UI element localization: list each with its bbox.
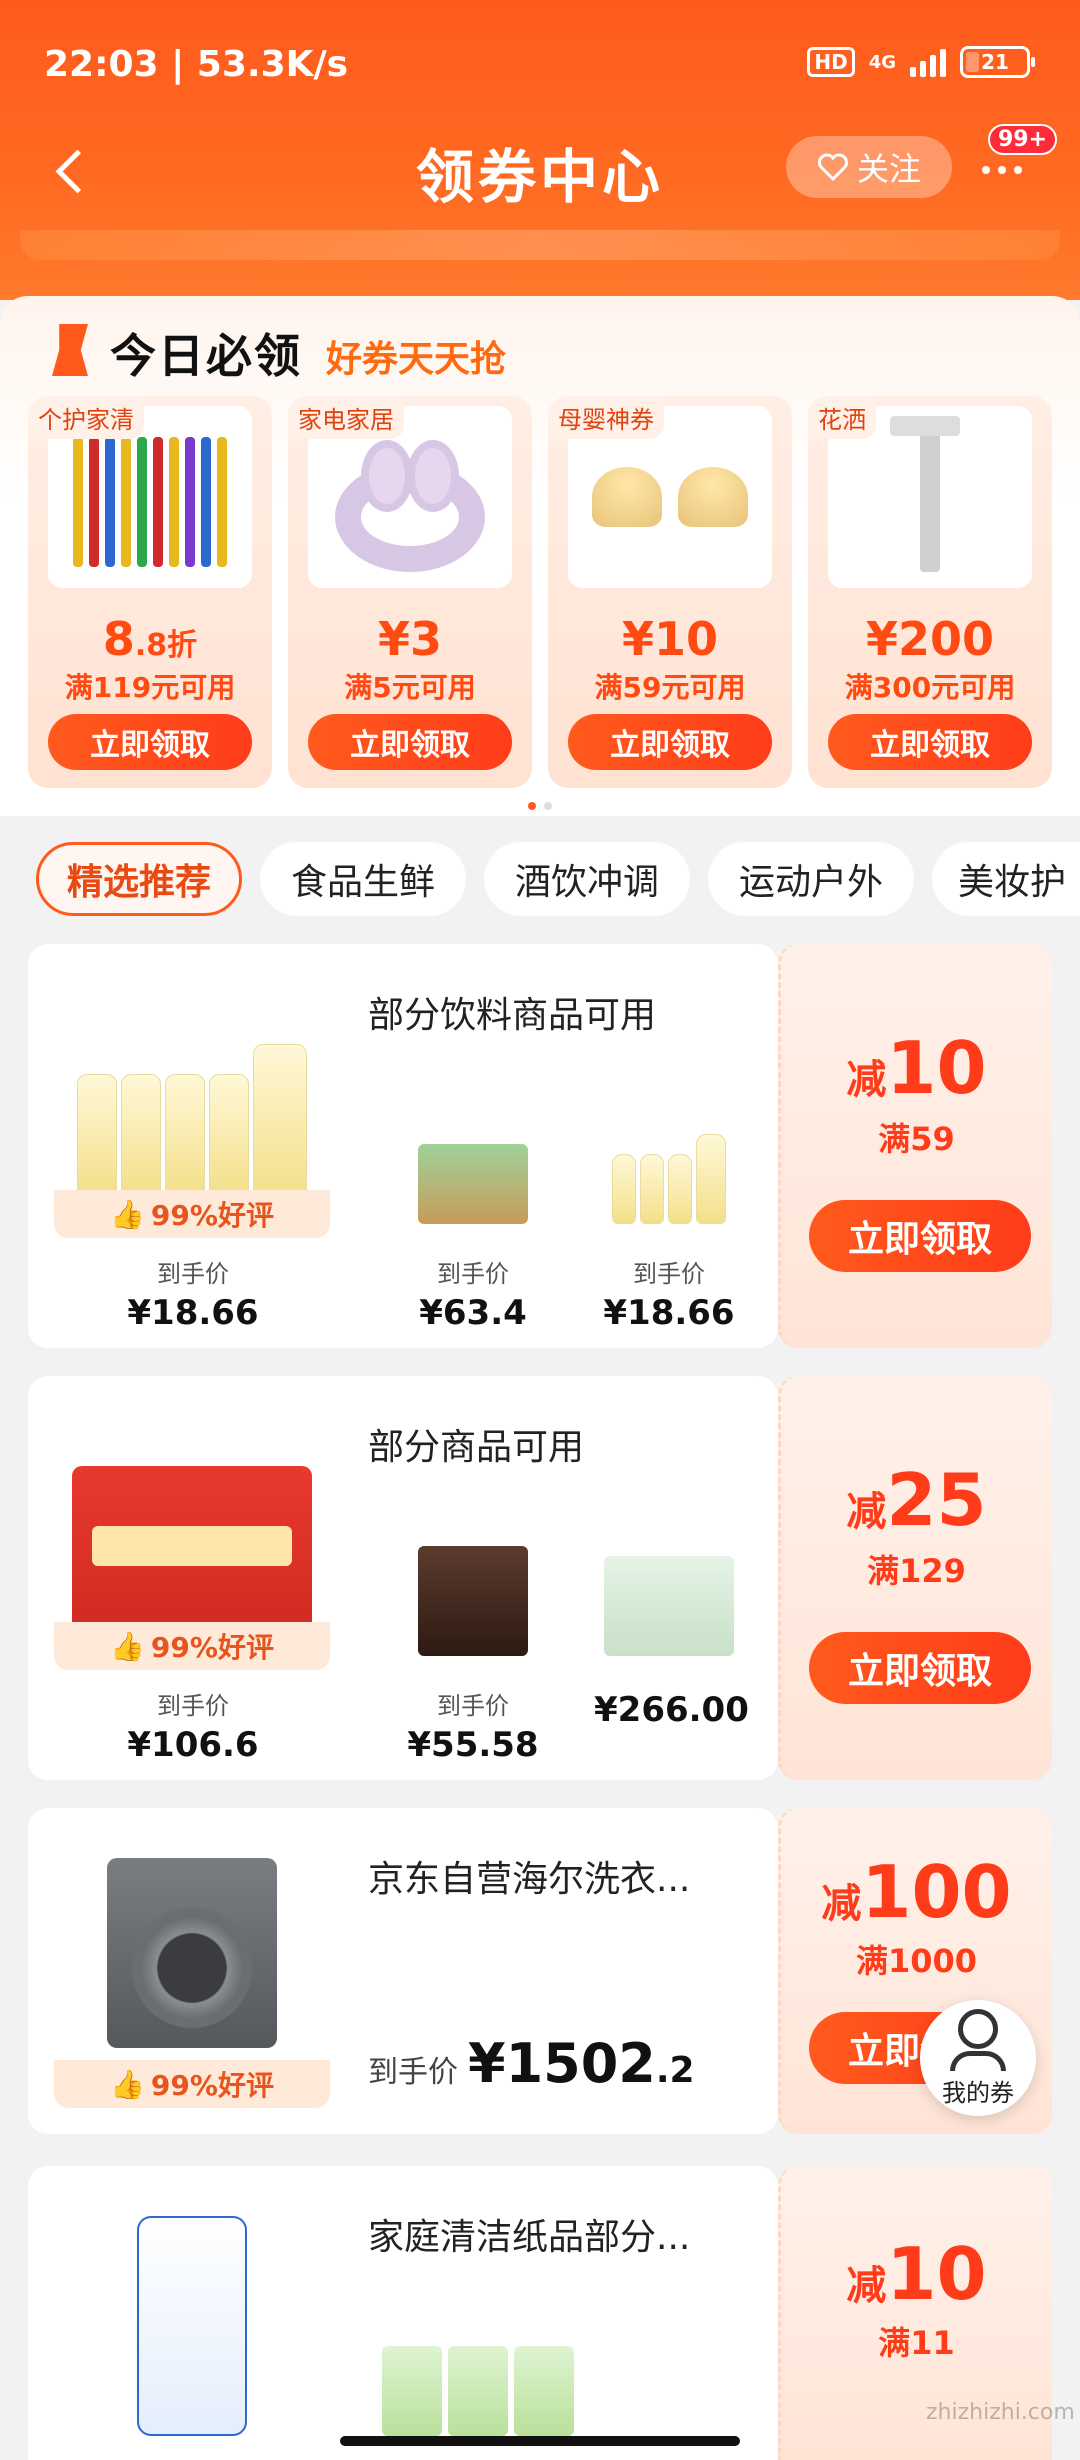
signal-icon [910,47,946,77]
tissue-pack-image [368,2316,588,2436]
price-block: 到手价 ¥106.6 [127,1692,259,1765]
today-tile[interactable]: 家电家居 ¥3 满5元可用 立即领取 [288,396,532,788]
header-decoration [20,230,1060,260]
network-type: 4G [868,51,896,73]
follow-label: 关注 [856,150,921,188]
category-tabs: 精选推荐 食品生鲜 酒饮冲调 运动户外 美妆护 [0,836,1080,926]
message-badge: 99+ [988,124,1058,155]
price-block: 到手价 ¥1502.2 [368,2032,695,2095]
milk-box-image [54,1456,330,1646]
rating-badge: 👍 99%好评 [54,1622,330,1670]
tab-drinks[interactable]: 酒饮冲调 [484,842,690,916]
claim-button[interactable]: 立即领取 [308,714,512,770]
claim-button[interactable]: 立即领取 [48,714,252,770]
chocolate-milk-image [398,1536,548,1656]
rating-badge: 👍 99%好评 [54,1190,330,1238]
coupon-row: 家庭清洁纸品部分... 减10 满11 [28,2166,1052,2460]
tile-amount: 8.8折 [102,612,198,666]
hd-icon: HD [807,47,855,77]
claim-button[interactable]: 立即领取 [568,714,772,770]
today-tile[interactable]: 母婴神券 ¥10 满59元可用 立即领取 [548,396,792,788]
claim-button[interactable]: 立即领取 [828,714,1032,770]
coupon-value: 减25 满129 立即领取 [778,1376,1052,1780]
coupon-title: 京东自营海尔洗衣... [368,1859,691,1900]
tile-tag: 个护家清 [28,396,144,439]
today-tile[interactable]: 花洒 ¥200 满300元可用 立即领取 [808,396,1052,788]
price-block: ¥266.00 [594,1690,749,1730]
claim-button[interactable]: 立即领取 [809,1200,1031,1272]
discount-condition: 满1000 [855,1942,978,1980]
tile-condition: 满59元可用 [594,671,746,704]
coupon-value: 减10 满59 立即领取 [778,944,1052,1348]
price-block: 到手价 ¥55.58 [407,1692,539,1765]
rating-badge: 👍 99%好评 [54,2060,330,2108]
discount-condition: 满11 [878,2324,955,2362]
a2-milk-image [594,1536,744,1656]
tab-featured[interactable]: 精选推荐 [36,842,242,916]
tile-tag: 母婴神券 [548,396,664,439]
claim-button[interactable]: 立即领取 [809,1632,1031,1704]
status-icons: HD 4G 21 [807,46,1035,78]
home-indicator[interactable] [340,2436,740,2446]
drink-box-image [398,1104,548,1224]
today-tile[interactable]: 个护家清 8.8折 满119元可用 立即领取 [28,396,272,788]
battery-icon: 21 [960,46,1035,78]
discount-amount: 减10 [846,1026,987,1110]
tile-tag: 花洒 [808,396,876,439]
header-background: 22:03 | 53.3K/s HD 4G 21 领券中心 关注 99+ [0,0,1080,300]
more-icon[interactable] [972,150,1032,190]
thumbs-up-icon: 👍 [110,1197,145,1231]
coupon-title: 家庭清洁纸品部分... [368,2217,691,2258]
price-block: 到手价 ¥63.4 [419,1260,527,1333]
tile-condition: 满5元可用 [344,671,476,704]
user-icon [958,2008,998,2049]
heart-plus-icon [818,153,848,182]
discount-condition: 满129 [867,1552,966,1590]
coupon-products[interactable]: 家庭清洁纸品部分... [28,2166,778,2460]
status-bar: 22:03 | 53.3K/s HD 4G 21 [0,0,1080,130]
discount-amount: 减10 [846,2232,987,2316]
coupon-row: 部分饮料商品可用 👍 99%好评 到手价 ¥18.66 到手价 ¥63.4 到手价… [28,944,1052,1348]
today-title: 今日必领 [110,329,302,383]
tile-condition: 满119元可用 [64,671,236,704]
washing-machine-image [54,1848,330,2058]
discount-condition: 满59 [878,1120,955,1158]
today-section: 今日必领 好券天天抢 个护家清 8.8折 满119元可用 立即领取 家电家居 ¥… [0,296,1080,816]
coupon-products[interactable]: 京东自营海尔洗衣... 👍 99%好评 到手价 ¥1502.2 [28,1808,778,2134]
battery-fill [966,52,980,72]
carousel-pager [528,802,552,810]
tile-amount: ¥200 [865,612,995,666]
coupon-row: 部分商品可用 👍 99%好评 到手价 ¥106.6 到手价 ¥55.58 ¥266… [28,1376,1052,1780]
coupon-title: 部分饮料商品可用 [368,995,657,1036]
tile-condition: 满300元可用 [844,671,1016,704]
status-time: 22:03 | 53.3K/s [44,44,349,85]
watermark: zhizhizhi.com [926,2400,1075,2425]
follow-button[interactable]: 关注 [786,136,952,198]
tea-bottles-image [54,1024,330,1214]
tile-amount: ¥10 [621,612,719,666]
battery-level: 21 [981,50,1009,74]
price-block: 到手价 ¥18.66 [127,1260,259,1333]
tab-sports[interactable]: 运动户外 [708,842,914,916]
flash-logo-icon [52,324,88,376]
coupon-title: 部分商品可用 [368,1427,585,1468]
tile-amount: ¥3 [377,612,442,666]
coupon-products[interactable]: 部分饮料商品可用 👍 99%好评 到手价 ¥18.66 到手价 ¥63.4 到手价… [28,944,778,1348]
tab-food[interactable]: 食品生鲜 [260,842,466,916]
coupon-row: 京东自营海尔洗衣... 👍 99%好评 到手价 ¥1502.2 减100 满100… [28,1808,1052,2134]
coupon-products[interactable]: 部分商品可用 👍 99%好评 到手价 ¥106.6 到手价 ¥55.58 ¥266… [28,1376,778,1780]
tile-tag: 家电家居 [288,396,404,439]
discount-amount: 减25 [846,1458,987,1542]
price-block: 到手价 ¥18.66 [603,1260,735,1333]
thumbs-up-icon: 👍 [110,2067,145,2101]
my-coupons-label: 我的券 [942,2078,1014,2107]
today-subtitle: 好券天天抢 [326,339,507,380]
tab-beauty[interactable]: 美妆护 [932,842,1080,916]
juice-bottles-image [594,1104,744,1224]
discount-amount: 减100 [821,1850,1012,1934]
spray-bottle-image [54,2206,330,2446]
thumbs-up-icon: 👍 [110,1629,145,1663]
my-coupons-button[interactable]: 我的券 [920,2000,1036,2116]
